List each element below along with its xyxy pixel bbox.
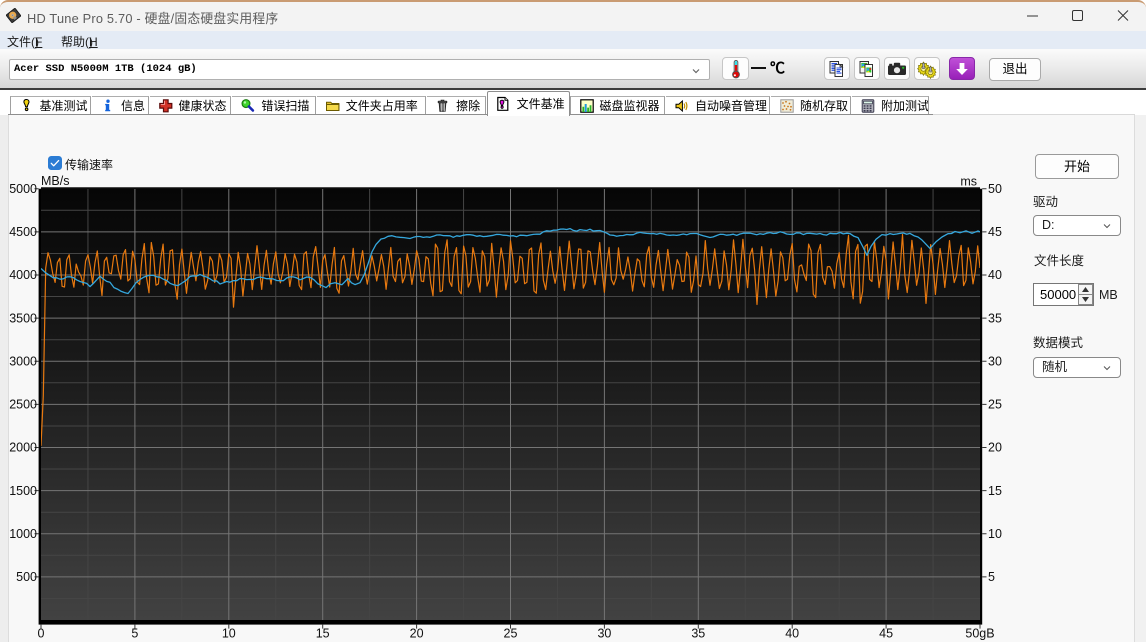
svg-text:15: 15 (316, 627, 330, 641)
svg-text:30: 30 (597, 627, 611, 641)
svg-text:20: 20 (988, 441, 1002, 455)
svg-text:35: 35 (988, 311, 1002, 325)
svg-text:3000: 3000 (9, 354, 37, 368)
svg-text:ms: ms (960, 175, 977, 189)
svg-text:1500: 1500 (9, 484, 37, 498)
svg-text:45: 45 (879, 627, 893, 641)
svg-text:30: 30 (988, 354, 1002, 368)
svg-text:3500: 3500 (9, 311, 37, 325)
svg-text:50: 50 (988, 182, 1002, 196)
svg-text:1000: 1000 (9, 527, 37, 541)
svg-text:40: 40 (988, 268, 1002, 282)
svg-text:5: 5 (131, 627, 138, 641)
svg-text:45: 45 (988, 225, 1002, 239)
svg-text:40: 40 (785, 627, 799, 641)
svg-text:2500: 2500 (9, 398, 37, 412)
svg-text:4000: 4000 (9, 268, 37, 282)
svg-text:4500: 4500 (9, 225, 37, 239)
svg-text:25: 25 (504, 627, 518, 641)
svg-text:5000: 5000 (9, 182, 37, 196)
svg-text:5: 5 (988, 570, 995, 584)
svg-text:50gB: 50gB (965, 627, 994, 641)
svg-text:25: 25 (988, 398, 1002, 412)
svg-text:35: 35 (691, 627, 705, 641)
svg-text:20: 20 (410, 627, 424, 641)
svg-text:MB/s: MB/s (41, 174, 69, 188)
svg-text:500: 500 (16, 570, 37, 584)
svg-text:2000: 2000 (9, 441, 37, 455)
svg-text:10: 10 (988, 527, 1002, 541)
svg-text:0: 0 (38, 627, 45, 641)
svg-text:15: 15 (988, 484, 1002, 498)
svg-text:10: 10 (222, 627, 236, 641)
